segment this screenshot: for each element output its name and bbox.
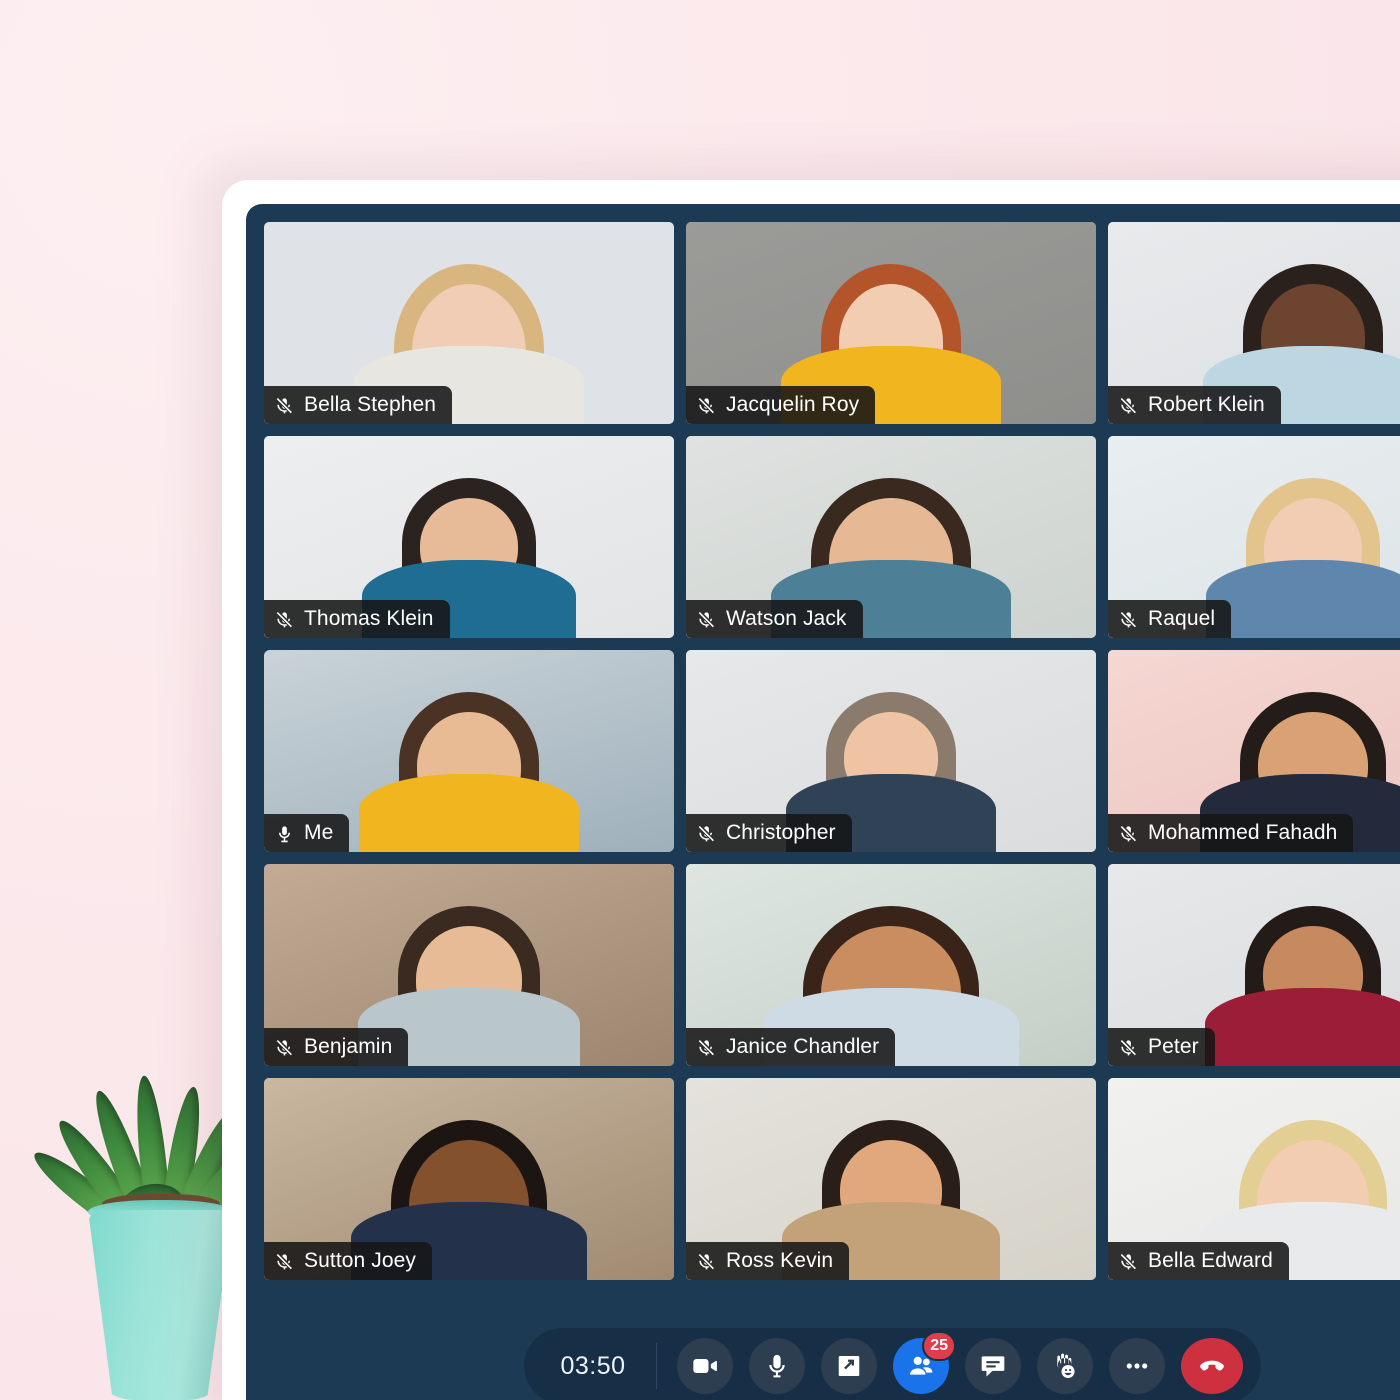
participant-nameplate: Peter xyxy=(1108,1028,1215,1066)
mic-muted-icon xyxy=(275,609,294,630)
participant-torso xyxy=(1205,988,1400,1066)
video-tile[interactable]: Mohammed Fahadh xyxy=(1108,650,1400,852)
participant-name-label: Bella Stephen xyxy=(304,393,437,416)
mic-muted-icon xyxy=(697,823,716,844)
chat-button[interactable] xyxy=(965,1338,1021,1394)
participant-name-label: Christopher xyxy=(726,821,836,844)
raise-hand-emoji-icon xyxy=(1051,1352,1079,1380)
camera-button[interactable] xyxy=(677,1338,733,1394)
video-tile[interactable]: Ross Kevin xyxy=(686,1078,1096,1280)
participant-name-label: Watson Jack xyxy=(726,607,847,630)
participant-name-label: Me xyxy=(304,821,334,844)
chat-bubble-icon xyxy=(979,1352,1007,1380)
video-tile[interactable]: Sutton Joey xyxy=(264,1078,674,1280)
video-tile[interactable]: Janice Chandler xyxy=(686,864,1096,1066)
toolbar-divider xyxy=(656,1343,657,1389)
mic-muted-icon xyxy=(1119,1037,1138,1058)
participant-name-label: Raquel xyxy=(1148,607,1216,630)
call-timer: 03:50 xyxy=(560,1351,626,1380)
participant-name-label: Sutton Joey xyxy=(304,1249,417,1272)
participant-name-label: Bella Edward xyxy=(1148,1249,1273,1272)
video-tile[interactable]: Watson Jack xyxy=(686,436,1096,638)
video-tile[interactable]: Peter xyxy=(1108,864,1400,1066)
participant-nameplate: Thomas Klein xyxy=(264,600,450,638)
participant-name-label: Benjamin xyxy=(304,1035,393,1058)
participant-name-label: Jacquelin Roy xyxy=(726,393,860,416)
video-conference-app: Bella Stephen Jacquelin Roy Robert Klein Th… xyxy=(246,204,1400,1400)
participant-video-grid: Bella Stephen Jacquelin Roy Robert Klein Th… xyxy=(264,222,1400,1304)
participant-name-label: Robert Klein xyxy=(1148,393,1265,416)
participant-nameplate: Robert Klein xyxy=(1108,386,1281,424)
participant-nameplate: Jacquelin Roy xyxy=(686,386,876,424)
participant-nameplate: Me xyxy=(264,814,350,852)
video-tile[interactable]: Bella Edward xyxy=(1108,1078,1400,1280)
video-tile-me[interactable]: Me xyxy=(264,650,674,852)
participant-nameplate: Mohammed Fahadh xyxy=(1108,814,1354,852)
more-options-icon xyxy=(1123,1352,1151,1380)
mic-muted-icon xyxy=(275,395,294,416)
participant-nameplate: Watson Jack xyxy=(686,600,863,638)
mic-muted-icon xyxy=(1119,395,1138,416)
participant-name-label: Ross Kevin xyxy=(726,1249,834,1272)
call-control-toolbar: 03:50 25 xyxy=(524,1328,1261,1400)
participant-nameplate: Bella Stephen xyxy=(264,386,453,424)
microphone-button[interactable] xyxy=(749,1338,805,1394)
mic-muted-icon xyxy=(275,1037,294,1058)
reactions-button[interactable] xyxy=(1037,1338,1093,1394)
share-screen-icon xyxy=(835,1352,863,1380)
participants-button[interactable]: 25 xyxy=(893,1331,956,1394)
video-tile[interactable]: Thomas Klein xyxy=(264,436,674,638)
toolbar-button-group: 25 xyxy=(669,1331,1251,1394)
participant-name-label: Thomas Klein xyxy=(304,607,434,630)
participant-count-badge: 25 xyxy=(922,1331,956,1361)
more-button[interactable] xyxy=(1109,1338,1165,1394)
mic-muted-icon xyxy=(1119,823,1138,844)
laptop-window-frame: Bella Stephen Jacquelin Roy Robert Klein Th… xyxy=(222,180,1400,1400)
share-screen-button[interactable] xyxy=(821,1338,877,1394)
mic-muted-icon xyxy=(697,1251,716,1272)
video-tile[interactable]: Robert Klein xyxy=(1108,222,1400,424)
video-tile[interactable]: Christopher xyxy=(686,650,1096,852)
video-tile[interactable]: Jacquelin Roy xyxy=(686,222,1096,424)
mic-muted-icon xyxy=(1119,609,1138,630)
video-tile[interactable]: Raquel xyxy=(1108,436,1400,638)
video-tile[interactable]: Benjamin xyxy=(264,864,674,1066)
end-call-button[interactable] xyxy=(1181,1338,1243,1394)
hang-up-icon xyxy=(1198,1352,1226,1380)
participant-nameplate: Janice Chandler xyxy=(686,1028,896,1066)
mic-on-icon xyxy=(275,823,294,844)
participant-nameplate: Christopher xyxy=(686,814,852,852)
mic-muted-icon xyxy=(275,1251,294,1272)
participant-name-label: Janice Chandler xyxy=(726,1035,880,1058)
mic-muted-icon xyxy=(697,1037,716,1058)
video-camera-icon xyxy=(691,1352,719,1380)
participant-nameplate: Raquel xyxy=(1108,600,1232,638)
participant-nameplate: Ross Kevin xyxy=(686,1242,850,1280)
participant-torso xyxy=(1206,560,1400,638)
video-tile[interactable]: Bella Stephen xyxy=(264,222,674,424)
participant-name-label: Mohammed Fahadh xyxy=(1148,821,1338,844)
microphone-icon xyxy=(763,1352,791,1380)
participant-torso xyxy=(359,774,579,852)
participant-nameplate: Bella Edward xyxy=(1108,1242,1289,1280)
participant-nameplate: Benjamin xyxy=(264,1028,409,1066)
mic-muted-icon xyxy=(697,609,716,630)
participant-name-label: Peter xyxy=(1148,1035,1199,1058)
plant-pot xyxy=(88,1210,233,1400)
mic-muted-icon xyxy=(1119,1251,1138,1272)
participant-nameplate: Sutton Joey xyxy=(264,1242,433,1280)
mic-muted-icon xyxy=(697,395,716,416)
